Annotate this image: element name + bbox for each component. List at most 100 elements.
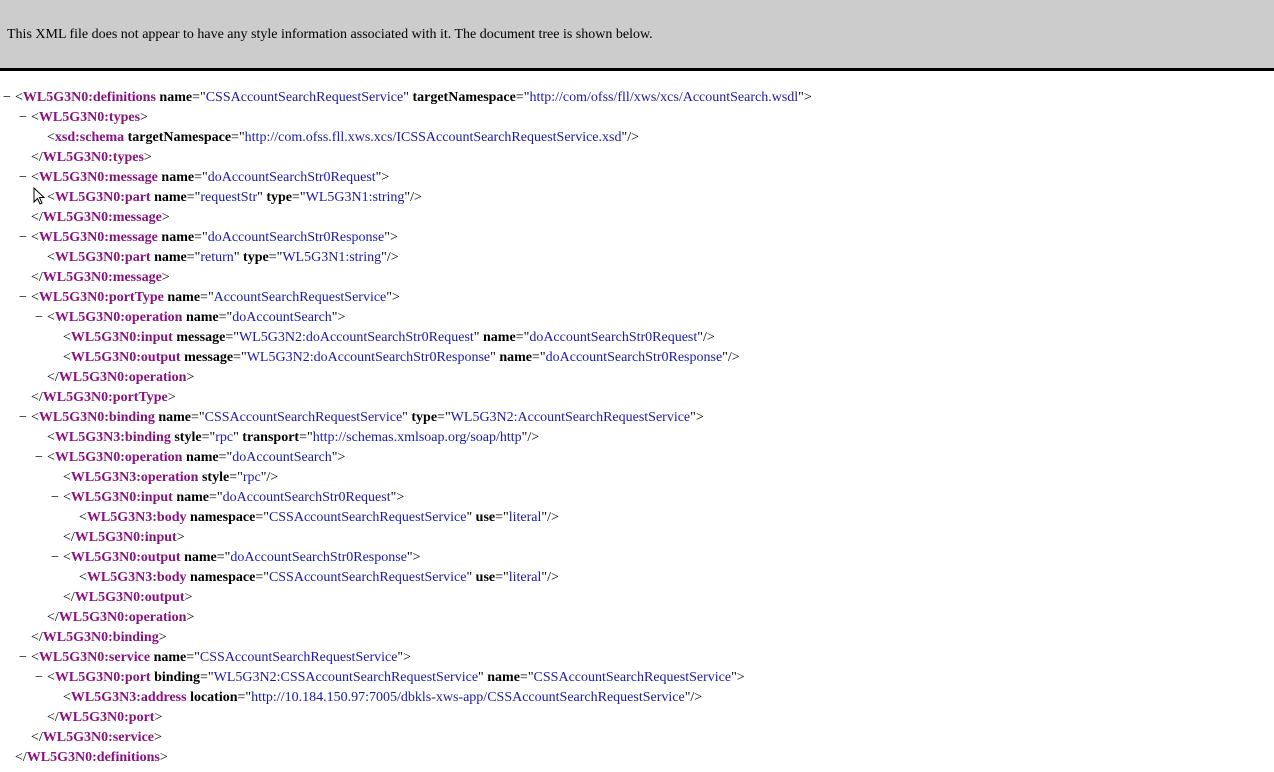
attribute-quote: " (233, 430, 239, 445)
tag-close-bracket: /> (410, 190, 422, 205)
attribute-value: doAccountSearchStr0Request (207, 170, 376, 185)
tag-name: WL5G3N0:output (70, 350, 181, 365)
attribute-quote: " (478, 670, 484, 685)
collapse-toggle-icon[interactable]: − (19, 408, 31, 428)
equals-sign: =" (194, 230, 208, 245)
attribute-name: type (411, 410, 438, 425)
xml-line: <WL5G3N3:body namespace="CSSAccountSearc… (67, 568, 559, 588)
tag-open-bracket: </ (63, 590, 75, 605)
tag-name: WL5G3N0:part (54, 250, 151, 265)
attribute-name: name (161, 170, 195, 185)
xml-line: − <WL5G3N0:types> (19, 108, 148, 128)
attribute-name: targetNamespace (412, 90, 516, 105)
attribute-value: literal (508, 570, 542, 585)
tag-close-bracket: /> (527, 430, 540, 445)
attribute-name: name (185, 450, 219, 465)
tag-name: WL5G3N0:input (70, 330, 173, 345)
xml-line: <WL5G3N3:address location="http://10.184… (51, 688, 702, 708)
attribute-value: doAccountSearchStr0Response (545, 350, 723, 365)
equals-sign: =" (192, 90, 206, 105)
tag-name: WL5G3N0:message (38, 230, 158, 245)
tag-open-bracket: < (47, 250, 55, 265)
tag-name: WL5G3N0:definitions (26, 750, 160, 765)
attribute-name: name (185, 310, 219, 325)
attribute-value: http://com/ofss/fll/xws/xcs/AccountSearc… (529, 90, 799, 105)
attribute-value: CSSAccountSearchRequestService (268, 570, 467, 585)
attribute-name: name (161, 230, 195, 245)
tag-close-bracket: > (396, 490, 405, 505)
equals-sign: =" (216, 550, 231, 565)
collapse-toggle-icon[interactable]: − (51, 548, 63, 568)
equals-sign: =" (229, 470, 243, 485)
xml-line: </WL5G3N0:input> (51, 528, 185, 548)
attribute-name: transport (242, 430, 300, 445)
xml-line: </WL5G3N0:operation> (35, 608, 194, 628)
collapse-toggle-icon[interactable]: − (35, 668, 47, 688)
collapse-toggle-icon[interactable]: − (19, 108, 31, 128)
tag-open-bracket: < (79, 570, 87, 585)
tag-open-bracket: </ (15, 750, 27, 765)
attribute-name: name (154, 190, 187, 205)
tag-name: WL5G3N0:types (42, 150, 144, 165)
equals-sign: =" (437, 410, 451, 425)
tag-close-bracket: > (381, 170, 390, 185)
tag-open-bracket: < (47, 450, 55, 465)
collapse-toggle-icon[interactable]: − (35, 308, 47, 328)
collapse-toggle-icon[interactable]: − (19, 648, 31, 668)
tag-close-bracket: /> (727, 350, 740, 365)
xml-line: </WL5G3N0:output> (51, 588, 192, 608)
attribute-name: targetNamespace (127, 130, 232, 145)
equals-sign: =" (515, 330, 530, 345)
attribute-value: requestStr (200, 190, 258, 205)
attribute-quote: " (402, 410, 408, 425)
tag-name: WL5G3N3:binding (54, 430, 171, 445)
collapse-toggle-icon[interactable]: − (51, 488, 63, 508)
tag-name: WL5G3N0:operation (58, 370, 187, 385)
equals-sign: =" (231, 130, 245, 145)
tag-close-bracket: > (389, 230, 398, 245)
equals-sign: =" (218, 450, 233, 465)
tag-open-bracket: </ (47, 370, 59, 385)
tag-open-bracket: < (63, 690, 71, 705)
tag-close-bracket: > (186, 610, 195, 625)
tag-name: WL5G3N3:address (70, 690, 187, 705)
tag-open-bracket: < (79, 510, 87, 525)
tag-close-bracket: > (161, 210, 170, 225)
collapse-toggle-icon[interactable]: − (35, 448, 47, 468)
collapse-toggle-icon[interactable]: − (3, 88, 15, 108)
collapse-toggle-icon[interactable]: − (19, 228, 31, 248)
equals-sign: =" (186, 650, 200, 665)
xml-line: <WL5G3N3:body namespace="CSSAccountSearc… (67, 508, 559, 528)
attribute-value: doAccountSearchStr0Response (207, 230, 385, 245)
attribute-name: name (487, 670, 520, 685)
attribute-value: WL5G3N2:doAccountSearchStr0Response (246, 350, 491, 365)
tag-open-bracket: < (63, 490, 71, 505)
collapse-toggle-icon[interactable]: − (19, 168, 31, 188)
equals-sign: =" (515, 90, 530, 105)
tag-open-bracket: < (63, 470, 71, 485)
attribute-name: name (153, 650, 187, 665)
tag-open-bracket: </ (31, 390, 43, 405)
xml-line: </WL5G3N0:message> (19, 268, 170, 288)
equals-sign: =" (255, 570, 269, 585)
attribute-value: http://com.ofss.fll.xws.xcs/ICSSAccountS… (244, 130, 622, 145)
xml-line: </WL5G3N0:binding> (19, 628, 167, 648)
tag-open-bracket: </ (31, 210, 43, 225)
collapse-toggle-icon[interactable]: − (19, 288, 31, 308)
attribute-name: namespace (189, 570, 256, 585)
tag-open-bracket: < (47, 130, 55, 145)
attribute-name: style (201, 470, 230, 485)
mouse-pointer-icon (33, 187, 46, 205)
tag-open-bracket: < (63, 550, 71, 565)
tag-close-bracket: > (159, 750, 168, 765)
tag-name: WL5G3N3:operation (70, 470, 199, 485)
attribute-value: doAccountSearchStr0Request (529, 330, 698, 345)
tag-open-bracket: </ (31, 630, 43, 645)
tag-close-bracket: > (803, 90, 812, 105)
attribute-value: WL5G3N2:doAccountSearchStr0Request (238, 330, 474, 345)
tag-open-bracket: </ (47, 610, 59, 625)
tag-name: WL5G3N0:input (74, 530, 177, 545)
tag-close-bracket: > (140, 110, 148, 125)
equals-sign: =" (233, 350, 247, 365)
tag-close-bracket: > (161, 270, 170, 285)
